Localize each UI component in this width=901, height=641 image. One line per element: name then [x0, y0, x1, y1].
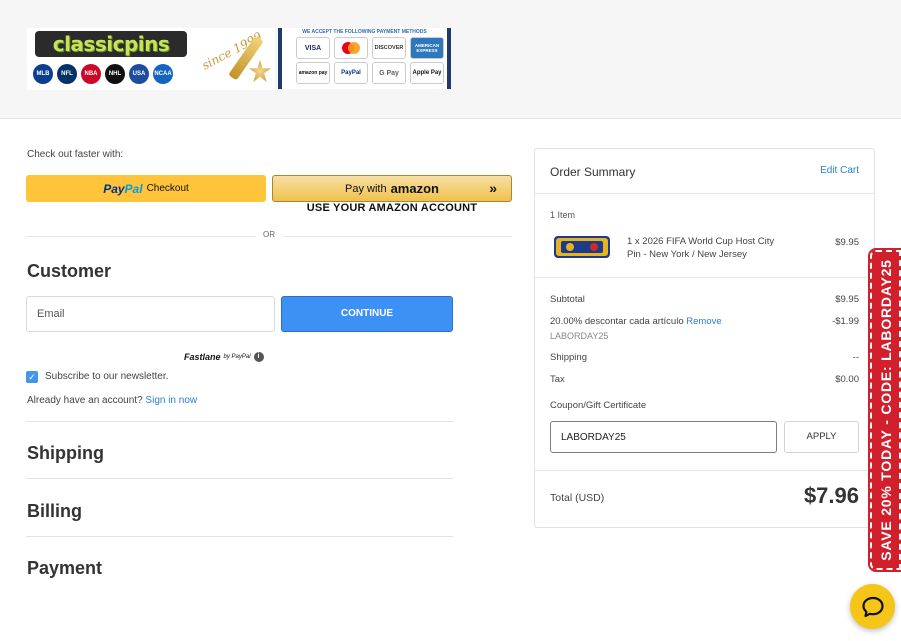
promo-side-tab[interactable]: SAVE 20% TODAY - CODE: LABORDAY25: [868, 248, 901, 572]
site-header: classicpins MLB NFL NBA NHL USA NCAA sin…: [0, 0, 901, 119]
coupon-input[interactable]: [550, 421, 777, 453]
shipping-value: --: [852, 352, 859, 363]
chat-button[interactable]: [850, 584, 895, 629]
amazon-pay-icon: amazon pay: [296, 62, 330, 84]
info-icon[interactable]: i: [253, 352, 264, 362]
shipping-label: Shipping: [550, 352, 587, 363]
apple-pay-icon: Apple Pay: [410, 62, 444, 84]
newsletter-checkbox[interactable]: ✓: [26, 371, 38, 383]
chat-bubble-icon: [861, 596, 884, 617]
subtotal-value: $9.95: [835, 294, 859, 305]
payment-section-title[interactable]: Payment: [27, 558, 102, 579]
league-logos: MLB NFL NBA NHL USA NCAA: [33, 64, 173, 84]
league-logo-icon: NCAA: [153, 64, 173, 84]
fastlane-by-label: by PayPal: [223, 354, 251, 360]
item-price: $9.95: [835, 237, 859, 248]
google-pay-icon: G Pay: [372, 62, 406, 84]
apply-coupon-button[interactable]: APPLY: [784, 421, 859, 453]
tax-label: Tax: [550, 374, 565, 385]
amazon-pay-prefix: Pay with: [345, 182, 387, 195]
promo-text: SAVE 20% TODAY - CODE: LABORDAY25: [877, 259, 894, 561]
amazon-account-caption: USE YOUR AMAZON ACCOUNT: [306, 202, 478, 214]
league-logo-icon: MLB: [33, 64, 53, 84]
order-summary-title: Order Summary: [550, 165, 636, 179]
shipping-section-title[interactable]: Shipping: [27, 443, 104, 464]
fastlane-label: Fastlane: [184, 352, 221, 362]
paypal-logo: PayPal: [103, 181, 143, 196]
already-account-label: Already have an account?: [27, 395, 143, 406]
item-name: 1 x 2026 FIFA World Cup Host City Pin - …: [627, 236, 775, 260]
amazon-pay-button[interactable]: Pay with amazon »: [272, 175, 512, 202]
edit-cart-link[interactable]: Edit Cart: [820, 165, 859, 176]
order-summary-panel: Order Summary Edit Cart 1 Item 1 x 2026 …: [534, 148, 875, 528]
discount-code: LABORDAY25: [550, 331, 609, 341]
summary-divider: [535, 277, 874, 278]
logo-wordmark: classicpins: [35, 31, 187, 57]
discount-label: 20.00% descontar cada artículo: [550, 316, 684, 327]
payment-methods-heading: WE ACCEPT THE FOLLOWING PAYMENT METHODS: [302, 29, 427, 35]
sign-in-link[interactable]: Sign in now: [145, 395, 197, 406]
double-chevron-right-icon: »: [489, 180, 497, 196]
summary-divider: [535, 470, 874, 471]
already-account-text: Already have an account? Sign in now: [27, 395, 197, 406]
section-divider: [26, 536, 453, 537]
total-label: Total (USD): [550, 492, 605, 504]
customer-section-title: Customer: [27, 261, 112, 281]
amex-icon: AMERICAN EXPRESS: [410, 37, 444, 59]
paypal-checkout-label: Checkout: [146, 183, 189, 194]
or-label: OR: [255, 230, 283, 239]
fastlane-badge: Fastlane by PayPal i: [184, 352, 264, 362]
tax-value: $0.00: [835, 374, 859, 385]
payment-methods-banner: WE ACCEPT THE FOLLOWING PAYMENT METHODS …: [278, 28, 451, 89]
discount-value: -$1.99: [832, 316, 859, 327]
store-logo[interactable]: classicpins MLB NFL NBA NHL USA NCAA sin…: [27, 28, 275, 90]
checkout-faster-label: Check out faster with:: [27, 149, 124, 160]
summary-divider: [535, 193, 874, 194]
subtotal-label: Subtotal: [550, 294, 585, 305]
paypal-checkout-button[interactable]: PayPal Checkout: [26, 175, 266, 202]
section-divider: [26, 421, 453, 422]
mastercard-icon: [334, 37, 368, 59]
discount-row: 20.00% descontar cada artículo Remove: [550, 316, 722, 327]
billing-section-title[interactable]: Billing: [27, 501, 82, 522]
league-logo-icon: USA: [129, 64, 149, 84]
section-divider: [26, 478, 453, 479]
amazon-logo: amazon: [390, 181, 439, 196]
league-logo-icon: NFL: [57, 64, 77, 84]
league-logo-icon: NHL: [105, 64, 125, 84]
product-thumbnail: [554, 236, 610, 258]
star-icon: [249, 60, 271, 82]
discover-icon: DISCOVER: [372, 37, 406, 59]
coupon-label: Coupon/Gift Certificate: [550, 400, 647, 411]
league-logo-icon: NBA: [81, 64, 101, 84]
total-value: $7.96: [803, 483, 859, 508]
paypal-icon: PayPal: [334, 62, 368, 84]
newsletter-label: Subscribe to our newsletter.: [45, 371, 169, 382]
visa-icon: VISA: [296, 37, 330, 59]
email-field[interactable]: [26, 296, 275, 332]
item-count: 1 Item: [550, 210, 576, 220]
continue-button[interactable]: CONTINUE: [281, 296, 453, 332]
remove-discount-link[interactable]: Remove: [686, 316, 721, 327]
